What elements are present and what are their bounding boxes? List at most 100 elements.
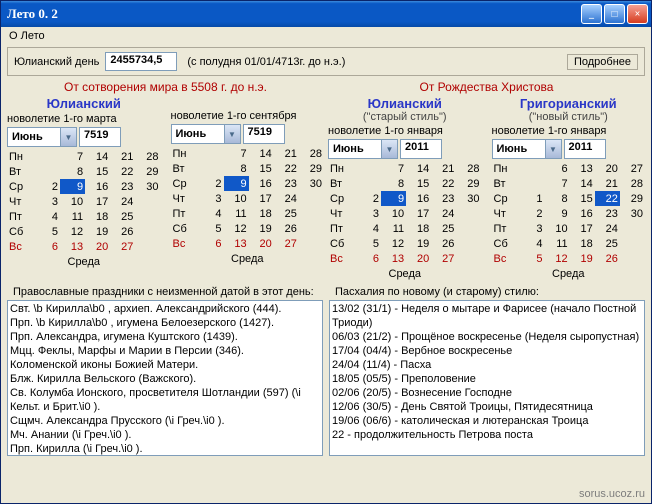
list-item[interactable]: Мцц. Феклы, Марфы и Марии в Персии (346)… [10,344,320,358]
calendar-cell[interactable]: 17 [249,191,274,206]
list-item[interactable]: 24/04 (11/4) - Пасха [332,358,642,372]
calendar-cell[interactable]: 29 [456,176,481,191]
calendar-cell[interactable]: 9 [381,191,406,206]
calendar-cell[interactable]: 13 [224,236,249,251]
calendar-cell[interactable]: 18 [570,236,595,251]
calendar-cell[interactable]: 14 [249,146,274,161]
calendar-cell[interactable]: 10 [545,221,570,236]
calendar-cell[interactable]: 28 [620,176,645,191]
calendar-cell[interactable]: 4 [356,221,381,236]
calendar-cell[interactable]: 18 [249,206,274,221]
calendar-cell[interactable]: 13 [570,161,595,176]
calendar-cell[interactable] [456,251,481,266]
calendar-cell[interactable]: 5 [356,236,381,251]
calendar-cell[interactable] [299,191,324,206]
list-item[interactable]: Блж. Кирилла Вельского (Важского). [10,372,320,386]
calendar-cell[interactable] [35,149,60,164]
year-input[interactable]: 2011 [564,139,606,159]
list-item[interactable]: Св. Колумба Ионского, просветителя Шотла… [10,386,320,414]
calendar-cell[interactable]: 19 [570,251,595,266]
list-item[interactable]: Прп. \b Кирилла\b0 , игумена Белоезерско… [10,316,320,330]
calendar-cell[interactable]: 12 [224,221,249,236]
calendar-cell[interactable]: 26 [274,221,299,236]
calendar-cell[interactable]: 4 [519,236,544,251]
calendar-cell[interactable]: 16 [249,176,274,191]
calendar-cell[interactable]: 2 [519,206,544,221]
calendar-cell[interactable]: 28 [135,149,160,164]
calendar-cell[interactable]: 28 [456,161,481,176]
calendar-cell[interactable]: 29 [620,191,645,206]
calendar-cell[interactable]: 20 [406,251,431,266]
calendar-cell[interactable]: 30 [456,191,481,206]
holidays-list[interactable]: Свт. \b Кирилла\b0 , архиеп. Александрий… [7,300,323,456]
month-select[interactable]: Июнь▼ [7,127,77,147]
calendar-cell[interactable]: 17 [85,194,110,209]
calendar-cell[interactable]: 14 [570,176,595,191]
calendar-cell[interactable]: 1 [519,191,544,206]
list-item[interactable]: 22 - продолжительность Петрова поста [332,428,642,442]
calendar-cell[interactable]: 2 [35,179,60,194]
calendar-cell[interactable]: 24 [274,191,299,206]
year-input[interactable]: 7519 [79,127,121,147]
calendar-cell[interactable]: 15 [406,176,431,191]
more-button[interactable]: Подробнее [567,54,638,70]
calendar-cell[interactable]: 8 [60,164,85,179]
calendar-cell[interactable] [456,221,481,236]
calendar-cell[interactable]: 25 [595,236,620,251]
calendar-cell[interactable] [135,224,160,239]
month-select[interactable]: Июнь▼ [328,139,398,159]
calendar-cell[interactable]: 21 [595,176,620,191]
calendar-cell[interactable]: 10 [224,191,249,206]
calendar-cell[interactable]: 27 [431,251,456,266]
calendar-cell[interactable]: 27 [110,239,135,254]
list-item[interactable]: Сщмч. Александра Прусского (\i Греч.\i0 … [10,414,320,428]
calendar-cell[interactable]: 24 [431,206,456,221]
list-item[interactable]: 02/06 (20/5) - Вознесение Господне [332,386,642,400]
calendar-cell[interactable] [135,209,160,224]
calendar-cell[interactable]: 12 [60,224,85,239]
calendar-cell[interactable]: 13 [381,251,406,266]
calendar-cell[interactable]: 29 [135,164,160,179]
calendar-cell[interactable]: 21 [431,161,456,176]
calendar-cell[interactable]: 27 [274,236,299,251]
calendar-cell[interactable]: 8 [381,176,406,191]
calendar-cell[interactable]: 6 [356,251,381,266]
calendar-cell[interactable]: 10 [381,206,406,221]
month-select[interactable]: Июнь▼ [492,139,562,159]
calendar-cell[interactable]: 10 [60,194,85,209]
calendar-cell[interactable]: 7 [60,149,85,164]
calendar-cell[interactable]: 26 [595,251,620,266]
calendar-cell[interactable]: 26 [431,236,456,251]
calendar-cell[interactable] [198,146,223,161]
calendar-cell[interactable]: 19 [85,224,110,239]
calendar-cell[interactable]: 19 [249,221,274,236]
titlebar[interactable]: Лето 0. 2 _ □ × [1,1,651,27]
calendar-cell[interactable] [356,161,381,176]
calendar-cell[interactable]: 26 [110,224,135,239]
calendar-cell[interactable]: 2 [356,191,381,206]
calendar-cell[interactable]: 27 [620,161,645,176]
list-item[interactable]: Прп. Кирилла (\i Греч.\i0 ). [10,442,320,456]
calendar-cell[interactable]: 15 [85,164,110,179]
calendar-cell[interactable]: 25 [431,221,456,236]
list-item[interactable]: Свт. \b Кирилла\b0 , архиеп. Александрий… [10,302,320,316]
calendar-cell[interactable]: 8 [224,161,249,176]
calendar-cell[interactable]: 20 [85,239,110,254]
calendar-cell[interactable] [356,176,381,191]
calendar-cell[interactable]: 7 [224,146,249,161]
calendar-cell[interactable]: 8 [545,191,570,206]
calendar-cell[interactable] [198,161,223,176]
calendar-cell[interactable]: 19 [406,236,431,251]
calendar-cell[interactable]: 15 [570,191,595,206]
calendar-cell[interactable]: 21 [110,149,135,164]
month-select[interactable]: Июнь▼ [171,124,241,144]
calendar-cell[interactable]: 5 [519,251,544,266]
calendar-cell[interactable]: 3 [519,221,544,236]
list-item[interactable]: Прп. Александра, игумена Куштского (1439… [10,330,320,344]
calendar-cell[interactable]: 11 [224,206,249,221]
paschalia-list[interactable]: 13/02 (31/1) - Неделя о мытаре и Фарисее… [329,300,645,456]
calendar-cell[interactable]: 16 [570,206,595,221]
calendar-cell[interactable]: 23 [595,206,620,221]
calendar-cell[interactable]: 5 [198,221,223,236]
calendar-cell[interactable]: 24 [595,221,620,236]
